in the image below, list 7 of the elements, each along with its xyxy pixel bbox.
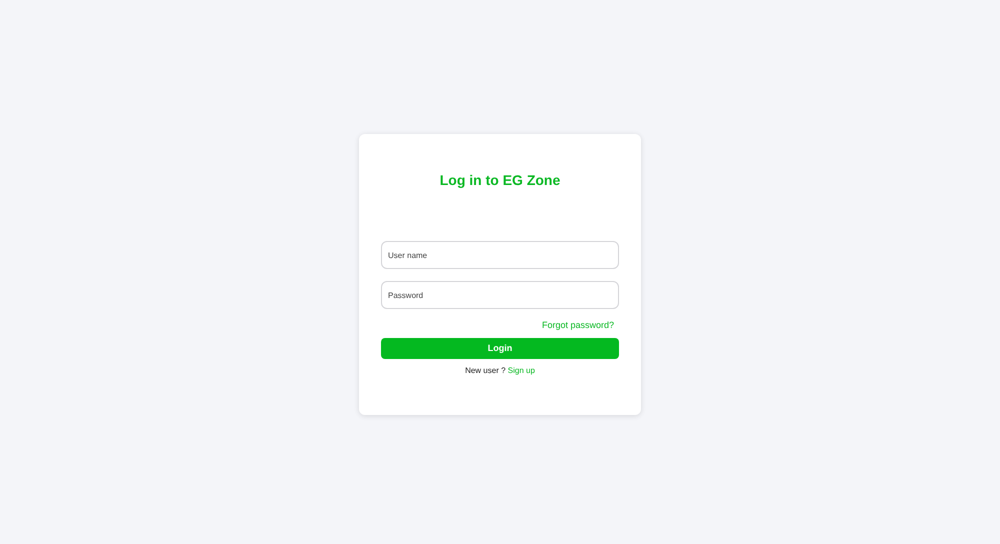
username-field[interactable]: User name	[381, 241, 619, 269]
forgot-password-link[interactable]: Forgot password?	[542, 319, 614, 331]
password-field[interactable]: Password	[381, 281, 619, 309]
login-button[interactable]: Login	[381, 338, 619, 359]
signup-prompt: New user ? Sign up	[465, 365, 535, 377]
login-title: Log in to EG Zone	[440, 171, 560, 189]
signup-link[interactable]: Sign up	[508, 366, 535, 375]
